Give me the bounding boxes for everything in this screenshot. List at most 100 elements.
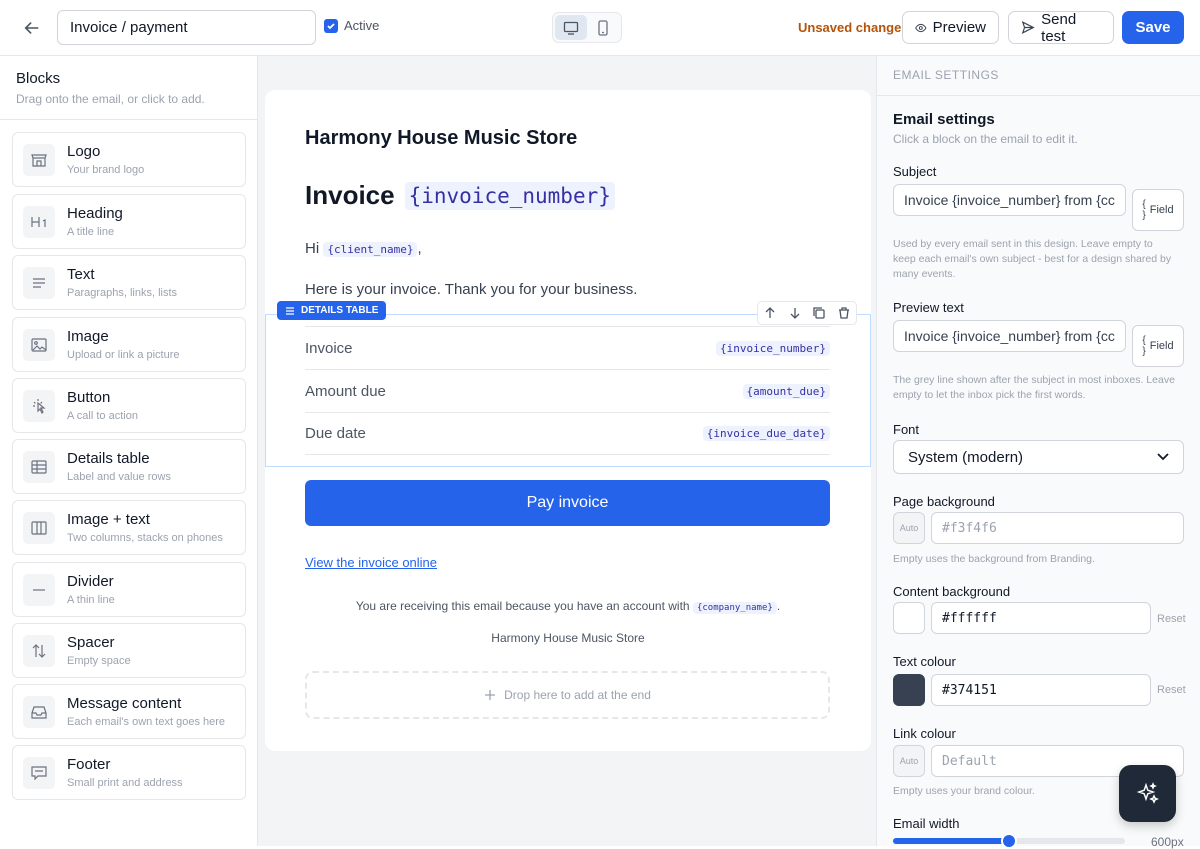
block-label: Message content	[67, 695, 182, 712]
table-row: Amount due {amount_due}	[305, 369, 830, 412]
table-row: Due date {invoice_due_date}	[305, 412, 830, 455]
preview-field-button[interactable]: {} Field	[1132, 325, 1184, 367]
block-desc: Paragraphs, links, lists	[67, 287, 178, 299]
link-colour-swatch[interactable]: Auto	[893, 745, 925, 777]
footer-notice[interactable]: You are receiving this email because you…	[265, 599, 871, 614]
block-image[interactable]: Image Upload or link a picture	[12, 317, 246, 372]
row-key: Invoice	[305, 339, 353, 357]
brace-close: }	[1142, 210, 1146, 221]
pointer-icon	[23, 390, 55, 422]
text-colour-label: Text colour	[893, 654, 956, 669]
merge-field-chip: {invoice_due_date}	[702, 426, 830, 441]
block-button[interactable]: Button A call to action	[12, 378, 246, 433]
page-background-swatch[interactable]: Auto	[893, 512, 925, 544]
duplicate-icon[interactable]	[812, 306, 826, 320]
email-width-slider[interactable]	[893, 833, 1125, 849]
divider	[877, 95, 1200, 96]
email-body-text[interactable]: Here is your invoice. Thank you for your…	[305, 281, 637, 298]
subject-input[interactable]: Invoice {invoice_number} from {cc	[893, 184, 1126, 216]
block-desc: Label and value rows	[67, 471, 171, 483]
merge-field-chip: {amount_due}	[742, 383, 830, 399]
block-logo[interactable]: Logo Your brand logo	[12, 132, 246, 187]
email-width-label: Email width	[893, 816, 960, 831]
email-logo-text[interactable]: Harmony House Music Store	[305, 127, 577, 150]
inbox-icon	[23, 696, 55, 728]
footer-notice-text: You are receiving this email because you…	[355, 599, 690, 613]
image-icon	[23, 329, 55, 361]
footer-address[interactable]: Harmony House Music Store	[265, 631, 871, 645]
drag-handle-icon	[286, 306, 294, 315]
brace-open: {	[1142, 199, 1146, 210]
preview-button[interactable]: Preview	[902, 11, 999, 44]
send-test-button[interactable]: Send test	[1008, 11, 1114, 45]
subject-field-button[interactable]: {} Field	[1132, 189, 1184, 231]
text-colour-swatch[interactable]	[893, 674, 925, 706]
page-background-label: Page background	[893, 494, 995, 509]
page-background-input[interactable]: #f3f4f6	[931, 512, 1184, 544]
block-heading[interactable]: Heading A title line	[12, 194, 246, 249]
chevron-down-icon	[1157, 453, 1169, 461]
block-desc: Empty space	[67, 655, 131, 667]
ai-assistant-button[interactable]	[1119, 765, 1176, 822]
block-label: Button	[67, 389, 111, 406]
trash-icon[interactable]	[837, 306, 851, 320]
block-divider[interactable]: Divider A thin line	[12, 562, 246, 617]
mobile-view-button[interactable]	[587, 15, 619, 40]
details-table-tag-label: DETAILS TABLE	[301, 305, 379, 316]
greeting-text: Hi	[305, 240, 320, 257]
spacer-icon	[23, 635, 55, 667]
arrow-left-icon	[24, 22, 39, 34]
text-colour-input[interactable]: #374151	[931, 674, 1151, 706]
block-desc: Two columns, stacks on phones	[67, 532, 223, 544]
email-heading[interactable]: Invoice {invoice_number}	[305, 180, 615, 211]
font-select[interactable]: System (modern)	[893, 440, 1184, 474]
block-desc: Your brand logo	[67, 164, 145, 176]
move-down-icon[interactable]	[788, 306, 802, 320]
email-width-value: 600px	[1151, 835, 1184, 849]
preview-text-input[interactable]: Invoice {invoice_number} from {cc	[893, 320, 1126, 352]
row-key: Due date	[305, 425, 366, 442]
subject-hint: Used by every email sent in this design.…	[893, 238, 1172, 280]
settings-subtitle: Click a block on the email to edit it.	[893, 132, 1078, 146]
block-footer[interactable]: Footer Small print and address	[12, 745, 246, 800]
view-invoice-link[interactable]: View the invoice online	[305, 555, 437, 570]
greeting-suffix: ,	[417, 240, 422, 257]
table-row: Invoice {invoice_number}	[305, 326, 830, 369]
content-background-reset[interactable]: Reset	[1157, 613, 1186, 625]
slider-knob[interactable]	[1001, 833, 1017, 849]
email-greeting[interactable]: Hi {client_name},	[305, 240, 422, 257]
subject-label: Subject	[893, 164, 937, 179]
content-background-input[interactable]: #ffffff	[931, 602, 1151, 634]
content-background-swatch[interactable]	[893, 602, 925, 634]
active-checkbox[interactable]	[324, 18, 338, 33]
content-background-label: Content background	[893, 584, 1011, 599]
block-text[interactable]: Text Paragraphs, links, lists	[12, 255, 246, 310]
table-icon	[23, 451, 55, 483]
block-image-text[interactable]: Image + text Two columns, stacks on phon…	[12, 500, 246, 555]
block-desc: A thin line	[67, 594, 115, 606]
field-button-label: Field	[1149, 340, 1174, 352]
divider-icon	[23, 574, 55, 606]
text-colour-reset[interactable]: Reset	[1157, 684, 1186, 696]
send-icon	[1021, 21, 1035, 34]
merge-field-chip: {invoice_number}	[404, 181, 615, 210]
details-table-tag[interactable]: DETAILS TABLE	[277, 301, 387, 320]
preview-text-label: Preview text	[893, 300, 964, 315]
braces-icon: {}	[1142, 335, 1145, 357]
block-label: Footer	[67, 756, 111, 773]
drop-zone[interactable]: Drop here to add at the end	[305, 671, 830, 719]
block-spacer[interactable]: Spacer Empty space	[12, 623, 246, 678]
active-toggle[interactable]: Active	[324, 18, 379, 33]
block-label: Details table	[67, 450, 150, 467]
heading-text: Invoice	[305, 180, 395, 210]
save-button[interactable]: Save	[1122, 11, 1184, 44]
block-details-table[interactable]: Details table Label and value rows	[12, 439, 246, 494]
desktop-view-button[interactable]	[555, 15, 587, 40]
block-message-content[interactable]: Message content Each email's own text go…	[12, 684, 246, 739]
desktop-icon	[563, 21, 579, 35]
pay-invoice-button[interactable]: Pay invoice	[305, 480, 830, 526]
font-label: Font	[893, 422, 920, 437]
back-button[interactable]	[14, 12, 50, 44]
move-up-icon[interactable]	[763, 306, 777, 320]
design-title-input[interactable]	[57, 10, 316, 45]
